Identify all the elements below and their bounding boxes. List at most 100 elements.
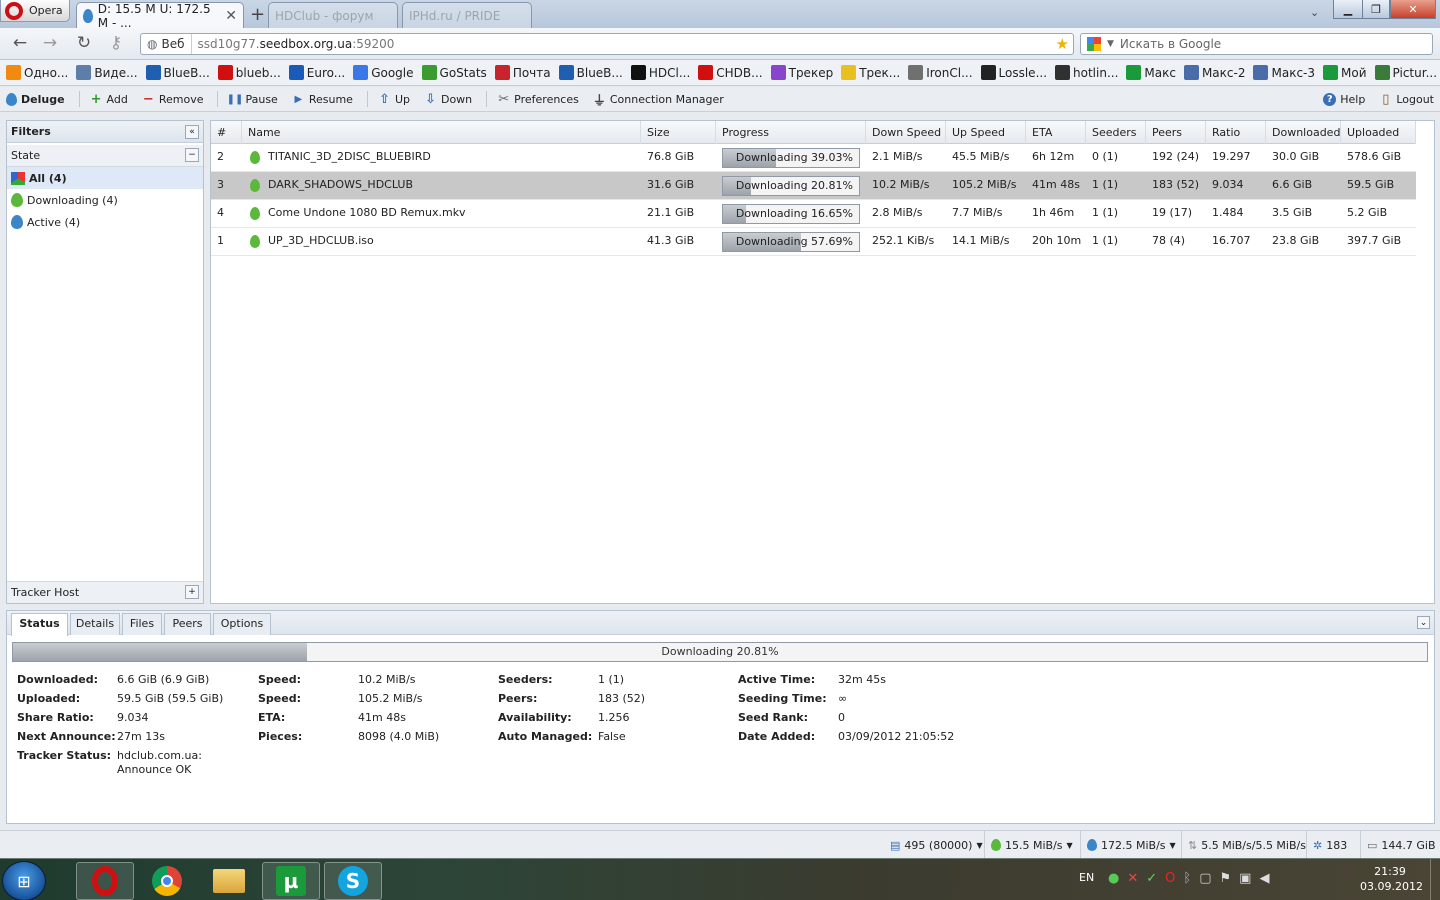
column-header[interactable]: Seeders bbox=[1086, 121, 1146, 144]
column-header[interactable]: Ratio bbox=[1206, 121, 1266, 144]
collapse-details-icon[interactable]: ⌄ bbox=[1417, 616, 1430, 629]
help-button[interactable]: ? Help bbox=[1323, 93, 1365, 106]
bookmark-item[interactable]: Одно... bbox=[6, 65, 68, 80]
tray-app-icon[interactable]: ✓ bbox=[1146, 871, 1157, 886]
column-header[interactable]: Progress bbox=[716, 121, 866, 144]
reload-icon[interactable]: ↻ bbox=[74, 33, 94, 53]
bookmark-item[interactable]: blueb... bbox=[217, 65, 281, 80]
address-field[interactable]: ◍ Веб ssd10g77.seedbox.org.ua:59200 ★ bbox=[140, 33, 1074, 55]
action-center-flag-icon[interactable]: ⚑ bbox=[1220, 871, 1232, 886]
opera-menu-button[interactable]: Opera bbox=[0, 0, 70, 22]
bookmark-item[interactable]: Euro... bbox=[288, 65, 345, 80]
bookmark-item[interactable]: Трекер bbox=[770, 65, 833, 80]
start-button[interactable]: ⊞ bbox=[2, 861, 46, 900]
bookmark-item[interactable]: HDCl... bbox=[630, 65, 690, 80]
tab-peers[interactable]: Peers bbox=[164, 613, 211, 635]
column-header[interactable]: Name bbox=[242, 121, 641, 144]
column-header[interactable]: ETA bbox=[1026, 121, 1086, 144]
state-section-header[interactable]: State − bbox=[7, 145, 203, 167]
clock[interactable]: 21:39 03.09.2012 bbox=[1360, 865, 1423, 893]
site-badge[interactable]: ◍ Веб bbox=[141, 34, 192, 54]
column-header[interactable]: Uploaded bbox=[1341, 121, 1416, 144]
tab-details[interactable]: Details bbox=[70, 613, 120, 635]
taskbar-skype[interactable]: S bbox=[324, 862, 382, 900]
download-speed-status[interactable]: 15.5 MiB/s ▼ bbox=[984, 831, 1073, 859]
maximize-icon[interactable]: ❐ bbox=[1362, 0, 1390, 19]
queue-up-button[interactable]: ⇧ Up bbox=[378, 92, 410, 107]
torrent-row[interactable]: 4 Come Undone 1080 BD Remux.mkv 21.1 GiB Do… bbox=[211, 200, 1416, 228]
taskbar-explorer[interactable] bbox=[200, 862, 258, 900]
bookmark-item[interactable]: hotlin... bbox=[1055, 65, 1118, 80]
tab-close-icon[interactable]: ✕ bbox=[225, 8, 237, 24]
resume-button[interactable]: ▶ Resume bbox=[292, 93, 352, 106]
torrent-row[interactable]: 2 TITANIC_3D_2DISC_BLUEBIRD 76.8 GiB Downlo… bbox=[211, 144, 1416, 172]
volume-icon[interactable]: ◀ bbox=[1259, 871, 1269, 886]
tab-active[interactable]: D: 15.5 M U: 172.5 M - ... ✕ bbox=[76, 2, 244, 30]
search-field[interactable]: ▼ Искать в Google bbox=[1080, 33, 1433, 55]
tab-status[interactable]: Status bbox=[11, 613, 68, 636]
tray-app-icon[interactable]: ✕ bbox=[1127, 871, 1138, 886]
network-tray-icon[interactable]: ▣ bbox=[1239, 871, 1251, 886]
show-desktop-button[interactable] bbox=[1430, 859, 1440, 900]
taskbar-chrome[interactable] bbox=[138, 862, 196, 900]
bookmark-item[interactable]: Мой bbox=[1323, 65, 1367, 80]
minimize-icon[interactable]: ▁ bbox=[1333, 0, 1363, 19]
tray-app-icon[interactable]: ● bbox=[1108, 871, 1119, 886]
remove-button[interactable]: − Remove bbox=[142, 92, 204, 107]
tab-list-chevron-icon[interactable]: ⌄ bbox=[1310, 6, 1319, 19]
bookmark-item[interactable]: Lossle... bbox=[980, 65, 1047, 80]
column-header[interactable]: Down Speed bbox=[866, 121, 946, 144]
connections-status[interactable]: ▤ 495 (80000) ▼ bbox=[884, 831, 983, 859]
bookmark-item[interactable]: CHDB... bbox=[698, 65, 763, 80]
tab-inactive[interactable]: IPHd.ru / PRIDE bbox=[402, 2, 532, 28]
key-icon[interactable]: ⚷ bbox=[106, 33, 126, 53]
bookmark-item[interactable]: Pictur... bbox=[1374, 65, 1437, 80]
pause-button[interactable]: ❚❚ Pause bbox=[227, 93, 278, 106]
bookmark-star-icon[interactable]: ★ bbox=[1056, 35, 1069, 53]
tab-options[interactable]: Options bbox=[213, 613, 271, 635]
tab-files[interactable]: Files bbox=[122, 613, 162, 635]
language-indicator[interactable]: EN bbox=[1079, 871, 1094, 884]
taskbar-utorrent[interactable]: µ bbox=[262, 862, 320, 900]
torrent-row[interactable]: 3 DARK_SHADOWS_HDCLUB 31.6 GiB Downloading … bbox=[211, 172, 1416, 200]
bookmark-item[interactable]: BlueB... bbox=[145, 65, 210, 80]
torrent-row[interactable]: 1 UP_3D_HDCLUB.iso 41.3 GiB Downloading 57.… bbox=[211, 228, 1416, 256]
taskbar-opera[interactable] bbox=[76, 862, 134, 900]
bookmark-item[interactable]: Google bbox=[353, 65, 414, 80]
tab-inactive[interactable]: HDClub - форум bbox=[268, 2, 398, 28]
tray-app-icon[interactable]: ▢ bbox=[1199, 871, 1211, 886]
bookmark-item[interactable]: Виде... bbox=[76, 65, 138, 80]
queue-down-button[interactable]: ⇩ Down bbox=[424, 92, 472, 107]
upload-speed-status[interactable]: 172.5 MiB/s ▼ bbox=[1080, 831, 1176, 859]
bookmark-item[interactable]: BlueB... bbox=[558, 65, 623, 80]
logout-button[interactable]: ▯ Logout bbox=[1379, 92, 1434, 107]
collapse-panel-icon[interactable]: « bbox=[185, 125, 199, 139]
bookmark-item[interactable]: Макс-3 bbox=[1253, 65, 1315, 80]
column-header[interactable]: Up Speed bbox=[946, 121, 1026, 144]
connection-manager-button[interactable]: ⏚ Connection Manager bbox=[593, 93, 724, 109]
bookmark-item[interactable]: Почта bbox=[494, 65, 551, 80]
back-icon[interactable]: ← bbox=[10, 33, 30, 53]
bookmark-item[interactable]: Макс bbox=[1126, 65, 1176, 80]
bookmark-item[interactable]: Трек... bbox=[841, 65, 900, 80]
column-header[interactable]: # bbox=[211, 121, 242, 144]
add-button[interactable]: + Add bbox=[90, 92, 128, 107]
close-window-icon[interactable]: ✕ bbox=[1390, 0, 1436, 19]
bookmark-item[interactable]: GoStats bbox=[421, 65, 487, 80]
preferences-button[interactable]: ✂ Preferences bbox=[497, 92, 579, 107]
tray-opera-icon[interactable]: O bbox=[1165, 871, 1175, 886]
column-header[interactable]: Peers bbox=[1146, 121, 1206, 144]
forward-icon[interactable]: → bbox=[40, 33, 60, 53]
column-header[interactable]: Size bbox=[641, 121, 716, 144]
collapse-section-icon[interactable]: − bbox=[185, 148, 199, 162]
new-tab-icon[interactable]: + bbox=[250, 4, 265, 25]
bluetooth-icon[interactable]: ᛒ bbox=[1183, 871, 1191, 886]
column-header[interactable]: Downloaded bbox=[1266, 121, 1341, 144]
expand-section-icon[interactable]: + bbox=[185, 585, 199, 599]
search-engine-dropdown-icon[interactable]: ▼ bbox=[1107, 39, 1114, 49]
filter-item-downloading[interactable]: Downloading (4) bbox=[7, 189, 203, 211]
filter-item-all[interactable]: All (4) bbox=[7, 167, 203, 189]
bookmark-item[interactable]: IronCl... bbox=[908, 65, 973, 80]
filter-item-active[interactable]: Active (4) bbox=[7, 211, 203, 233]
tracker-host-section-header[interactable]: Tracker Host + bbox=[7, 581, 203, 603]
